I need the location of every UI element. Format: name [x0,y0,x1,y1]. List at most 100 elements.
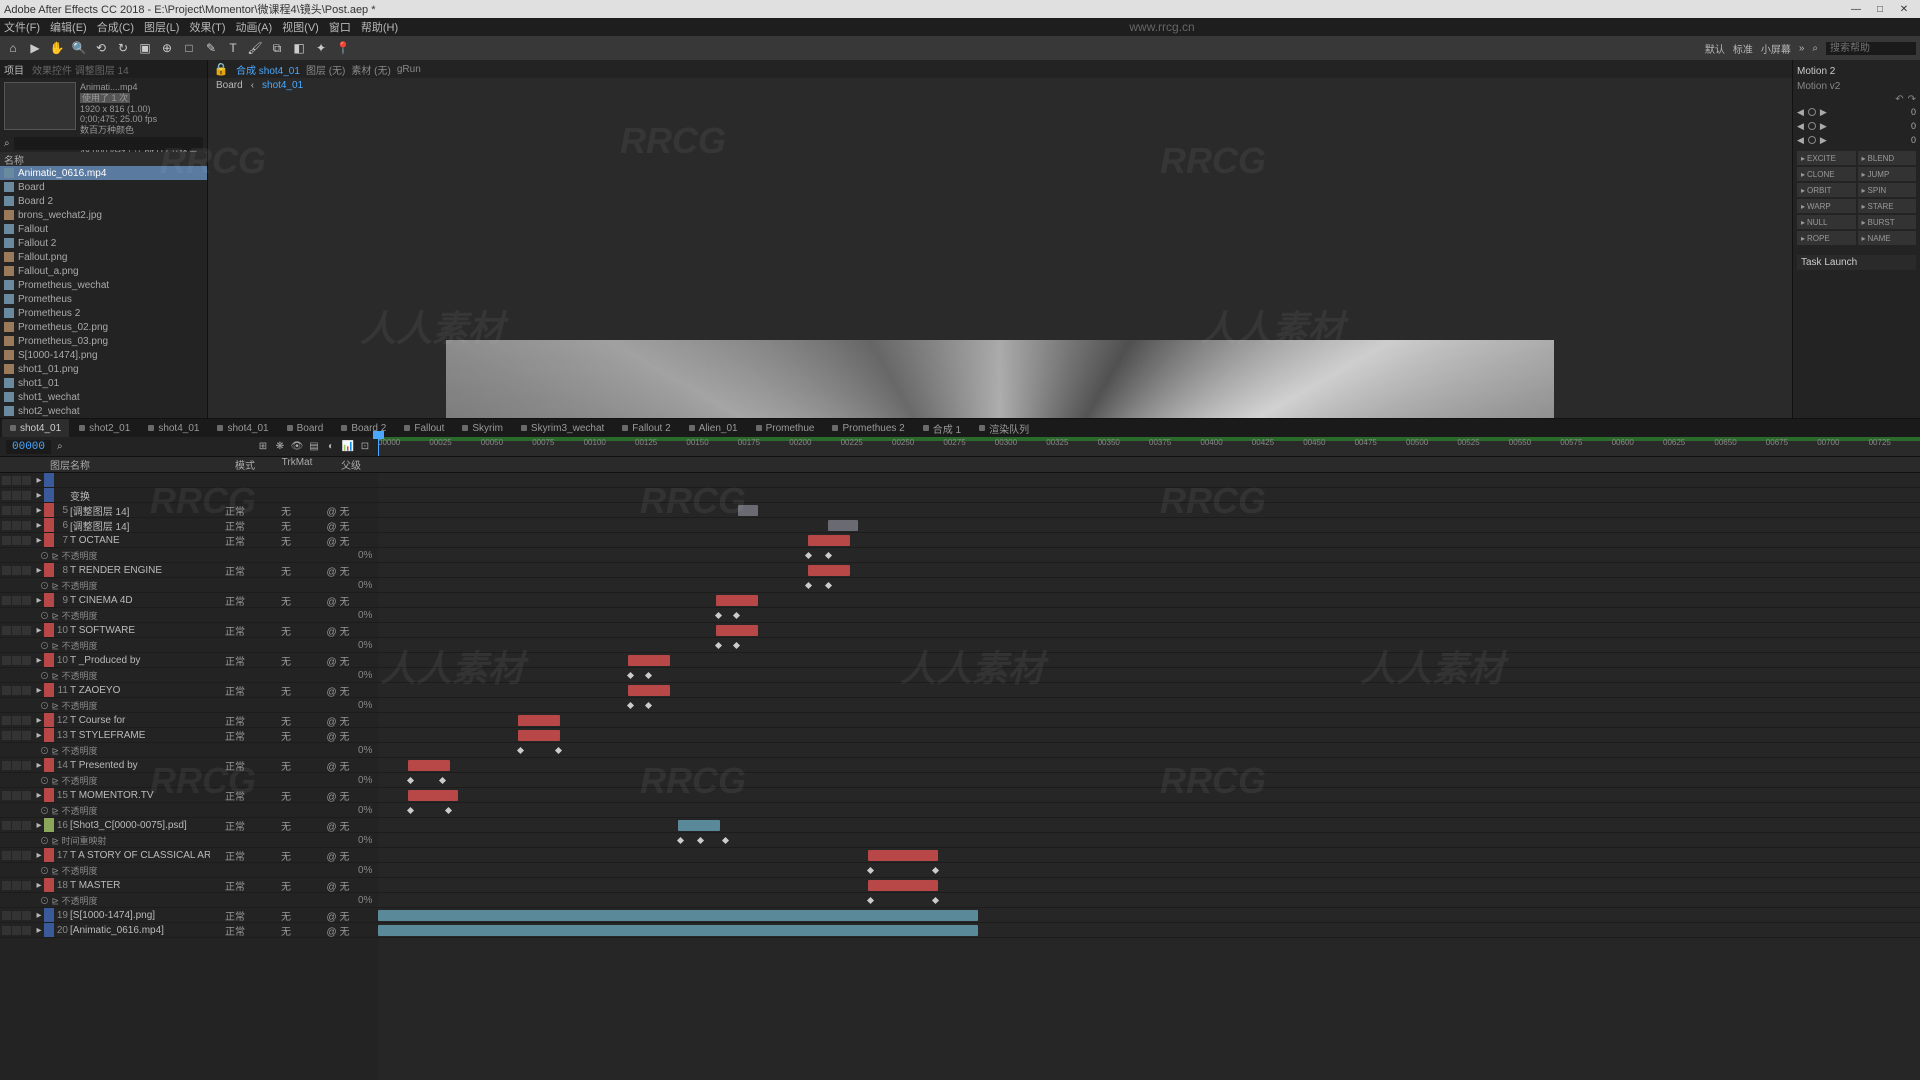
breadcrumb-item[interactable]: Board [216,80,243,91]
blend-mode-dropdown[interactable]: 正常 [210,818,260,833]
timeline-tab[interactable]: Fallout [396,419,452,437]
clip[interactable] [378,925,978,936]
timeline-tab[interactable]: shot4_01 [209,419,276,437]
blend-mode-dropdown[interactable]: 正常 [210,788,260,803]
track-row[interactable] [378,908,1920,923]
expand-icon[interactable]: ▸ [34,850,44,861]
clip[interactable] [716,625,758,636]
lock-toggle[interactable] [22,926,31,935]
solo-toggle[interactable] [12,521,21,530]
layer-color-label[interactable] [44,533,54,547]
expand-icon[interactable]: ▸ [34,685,44,696]
project-item[interactable]: brons_wechat2.jpg [0,208,207,222]
anchor-right-icon[interactable]: ▶ [1820,135,1827,146]
lock-toggle[interactable] [22,686,31,695]
project-item[interactable]: Board 2 [0,194,207,208]
puppet-tool-icon[interactable]: 📍 [334,39,352,57]
expand-icon[interactable]: ▸ [34,655,44,666]
track-row[interactable] [378,548,1920,563]
keyframe[interactable] [407,777,414,784]
track-row[interactable] [378,668,1920,683]
project-item[interactable]: shot1_wechat [0,390,207,404]
visibility-toggle[interactable] [2,626,11,635]
lock-toggle[interactable] [22,626,31,635]
visibility-toggle[interactable] [2,656,11,665]
col-mode[interactable]: 模式 [220,457,270,472]
keyframe[interactable] [677,837,684,844]
clip[interactable] [828,520,858,531]
timeline-tab[interactable]: Skyrim3_wechat [513,419,612,437]
visibility-toggle[interactable] [2,851,11,860]
project-item[interactable]: shot1_01.png [0,362,207,376]
menu-layer[interactable]: 图层(L) [144,19,179,35]
layer-color-label[interactable] [44,518,54,532]
keyframe[interactable] [645,672,652,679]
solo-toggle[interactable] [12,656,21,665]
blend-mode-dropdown[interactable]: 正常 [210,533,260,548]
project-tab[interactable]: 项目 [4,62,24,77]
layer-color-label[interactable] [44,923,54,937]
timeline-tab[interactable]: Fallout 2 [614,419,678,437]
parent-dropdown[interactable]: @ 无 [312,788,364,803]
parent-dropdown[interactable]: @ 无 [312,878,364,893]
layer-row[interactable]: ▸ 19 [S[1000-1474].png] 正常 无 @ 无 [0,908,378,923]
blend-mode-dropdown[interactable]: 正常 [210,653,260,668]
visibility-toggle[interactable] [2,506,11,515]
blend-mode-dropdown[interactable]: 正常 [210,713,260,728]
project-item[interactable]: Prometheus [0,292,207,306]
visibility-toggle[interactable] [2,491,11,500]
project-item[interactable]: Fallout [0,222,207,236]
graph-editor-icon[interactable]: 📊 [341,440,355,454]
project-item[interactable]: S[1000-1474].png [0,348,207,362]
project-item[interactable]: shot2_wechat [0,404,207,418]
trkmat-dropdown[interactable]: 无 [260,788,312,803]
rotate-tool-icon[interactable]: ↻ [114,39,132,57]
solo-toggle[interactable] [12,911,21,920]
layer-color-label[interactable] [44,593,54,607]
timeline-tracks[interactable] [378,473,1920,1080]
anchor-left-icon[interactable]: ◀ [1797,135,1804,146]
project-item[interactable]: shot1_01 [0,376,207,390]
playhead[interactable] [378,437,379,456]
col-parent[interactable]: 父级 [324,457,378,472]
keyframe[interactable] [867,897,874,904]
lock-toggle[interactable] [22,791,31,800]
comp-tab-composition[interactable]: 合成 shot4_01 [236,62,300,77]
blend-mode-dropdown[interactable]: 正常 [210,923,260,938]
clip[interactable] [628,685,670,696]
layer-color-label[interactable] [44,818,54,832]
keyframe[interactable] [697,837,704,844]
clip[interactable] [628,655,670,666]
expand-icon[interactable]: ▸ [34,490,44,501]
timeline-tab[interactable]: Skyrim [454,419,511,437]
parent-dropdown[interactable]: @ 无 [312,908,364,923]
track-row[interactable] [378,788,1920,803]
solo-toggle[interactable] [12,731,21,740]
track-row[interactable] [378,833,1920,848]
track-row[interactable] [378,848,1920,863]
lock-toggle[interactable] [22,821,31,830]
layer-row[interactable]: ▸ [0,473,378,488]
menu-file[interactable]: 文件(F) [4,19,40,35]
track-row[interactable] [378,608,1920,623]
project-item[interactable]: Fallout 2 [0,236,207,250]
comp-tab-layer[interactable]: 图层 (无) [306,62,345,77]
layer-property-row[interactable]: ⊙ ⊵ 不透明度0% [0,668,378,683]
track-row[interactable] [378,488,1920,503]
lock-toggle[interactable] [22,491,31,500]
anchor-left-icon[interactable]: ◀ [1797,121,1804,132]
col-trkmat[interactable]: TrkMat [270,457,324,472]
layer-property-row[interactable]: ⊙ ⊵ 不透明度0% [0,743,378,758]
hand-tool-icon[interactable]: ✋ [48,39,66,57]
layer-color-label[interactable] [44,683,54,697]
blend-mode-dropdown[interactable]: 正常 [210,848,260,863]
clip[interactable] [716,595,758,606]
motion-radio[interactable] [1808,122,1816,130]
orbit-tool-icon[interactable]: ⟲ [92,39,110,57]
pan-behind-icon[interactable]: ⊕ [158,39,176,57]
track-row[interactable] [378,743,1920,758]
motion-button-blend[interactable]: ▸BLEND [1858,151,1917,165]
expand-icon[interactable]: ▸ [34,730,44,741]
expand-icon[interactable]: ▸ [34,820,44,831]
menu-animation[interactable]: 动画(A) [236,19,273,35]
